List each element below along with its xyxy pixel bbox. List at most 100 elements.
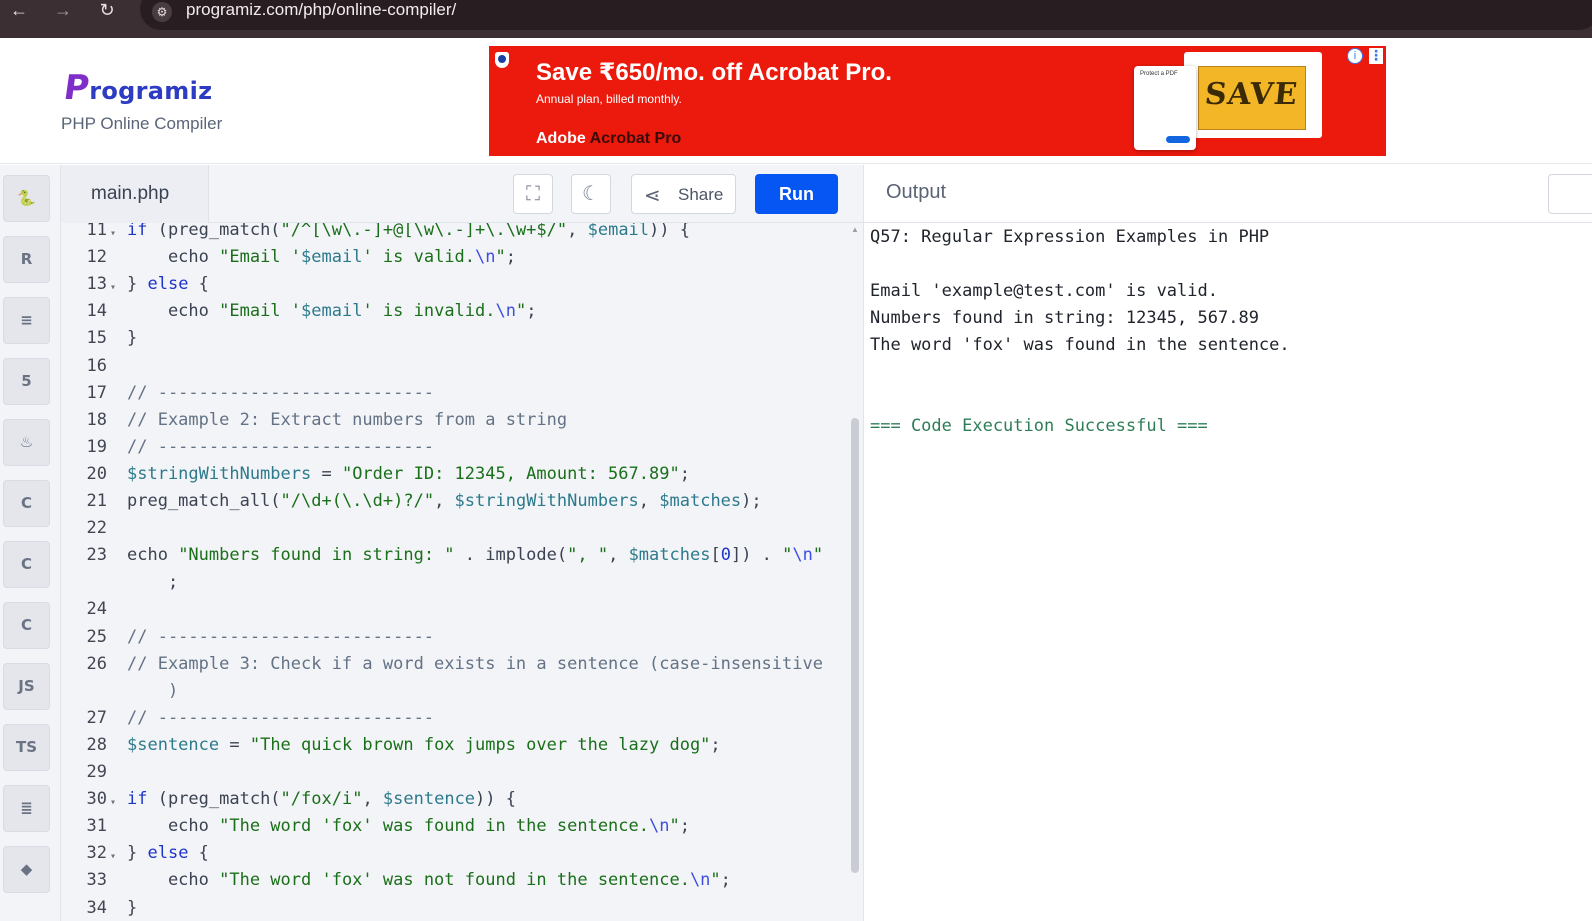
line-number: 17 (86, 383, 107, 403)
output-console: Q57: Regular Expression Examples in PHP E… (863, 223, 1592, 921)
code-line[interactable]: 15} (61, 330, 841, 357)
language-js-button[interactable]: JS (3, 663, 50, 710)
code-line[interactable]: 30 ▾ if (preg_match("/fox/i", $sentence)) … (61, 791, 841, 818)
code-line[interactable]: 19 // --------------------------- (61, 439, 841, 466)
sql-icon: ≡ (20, 311, 33, 329)
language-csharp-button[interactable]: C (3, 602, 50, 649)
code-line[interactable]: 20 $stringWithNumbers = "Order ID: 12345,… (61, 466, 841, 493)
language-cpp-button[interactable]: C (3, 541, 50, 588)
code-text: // --------------------------- (127, 439, 434, 456)
editor-toolbar: main.php ⛶ ☾ ⋖ Share Run (61, 165, 863, 223)
fold-chevron-icon[interactable]: ▾ (110, 279, 116, 296)
code-token: } (127, 898, 138, 918)
code-line[interactable]: 18 // Example 2: Extract numbers from a s… (61, 412, 841, 439)
ad-banner[interactable]: Save ₹650/mo. off Acrobat Pro. Annual pl… (489, 46, 1386, 156)
code-token: echo (127, 816, 220, 836)
theme-toggle-button[interactable]: ☾ (571, 174, 611, 214)
code-line[interactable]: 24 (61, 601, 841, 628)
code-token: $sentence (127, 735, 220, 755)
code-line[interactable]: 23 echo "Numbers found in string: " . imp… (61, 547, 841, 574)
language-swift-button[interactable]: ◆ (3, 846, 50, 893)
language-sidebar: 🐍 R ≡ 5 ♨ C C C JS TS ≣ ◆ (0, 165, 61, 921)
code-line[interactable]: 17 // --------------------------- (61, 385, 841, 412)
ad-headline: Save ₹650/mo. off Acrobat Pro. (536, 59, 892, 86)
code-line[interactable]: 34} (61, 900, 841, 921)
ad-info-icon[interactable]: i (1347, 48, 1363, 64)
code-line[interactable]: 32 ▾} else { (61, 845, 841, 872)
output-header: Output (863, 165, 1592, 223)
code-line[interactable]: 14 echo "Email '$email' is invalid.\n"; (61, 303, 841, 330)
file-tab-main-php[interactable]: main.php (61, 165, 209, 223)
js-icon: JS (18, 677, 35, 695)
code-token: $stringWithNumbers (454, 491, 639, 511)
line-number: 33 (86, 870, 107, 890)
site-settings-icon[interactable]: ⚙ (152, 2, 172, 22)
language-sql-button[interactable]: ≡ (3, 297, 50, 344)
language-python-button[interactable]: 🐍 (3, 175, 50, 222)
code-line[interactable]: ; (61, 574, 841, 601)
csharp-icon: C (20, 616, 32, 634)
code-line[interactable]: 22 (61, 520, 841, 547)
forward-icon[interactable]: → (48, 0, 78, 22)
code-token: $matches (628, 545, 711, 565)
code-token: ; (679, 816, 690, 836)
code-line[interactable]: 13 ▾} else { (61, 276, 841, 303)
fullscreen-button[interactable]: ⛶ (513, 174, 553, 214)
code-text: echo "The word 'fox' was found in the se… (127, 818, 690, 835)
code-line[interactable]: 29 (61, 764, 841, 791)
code-token: ' is invalid. (362, 301, 496, 321)
clear-button[interactable] (1548, 174, 1592, 214)
code-line[interactable]: 26 // Example 3: Check if a word exists i… (61, 656, 841, 683)
ad-menu-icon[interactable]: ⋮ (1369, 48, 1383, 64)
code-text: $sentence = "The quick brown fox jumps o… (127, 737, 721, 754)
code-token: "The word 'fox' was found in the sentenc… (219, 816, 649, 836)
language-html-button[interactable]: 5 (3, 358, 50, 405)
code-token: = (219, 735, 250, 755)
code-token: "/^[\w\.-]+@[\w\.-]+\.\w+$/" (280, 223, 568, 240)
code-token: ", " (567, 545, 609, 565)
back-icon[interactable]: ← (4, 0, 34, 22)
url-text[interactable]: programiz.com/php/online-compiler/ (186, 0, 456, 20)
fold-chevron-icon[interactable]: ▾ (110, 794, 116, 811)
programiz-logo[interactable]: Programiz (61, 68, 212, 108)
language-c-button[interactable]: C (3, 480, 50, 527)
address-bar[interactable]: ⚙ programiz.com/php/online-compiler/ (140, 0, 1592, 30)
code-line[interactable]: 31 echo "The word 'fox' was found in the… (61, 818, 841, 845)
line-number: 14 (86, 301, 107, 321)
reload-icon[interactable]: ↻ (92, 0, 122, 22)
code-token: } (127, 274, 148, 294)
code-line[interactable]: 16 (61, 358, 841, 385)
language-java-button[interactable]: ♨ (3, 419, 50, 466)
code-token: \n (649, 816, 670, 836)
code-text: echo "Email '$email' is valid.\n"; (127, 249, 516, 266)
r-icon: R (20, 250, 33, 268)
output-line: Numbers found in string: 12345, 567.89 (870, 308, 1259, 328)
editor-scrollbar[interactable] (851, 418, 859, 873)
code-line[interactable]: 21 preg_match_all("/\d+(\.\d+)?/", $strin… (61, 493, 841, 520)
share-button[interactable]: ⋖ Share (631, 174, 736, 214)
code-token: ; (127, 572, 179, 592)
code-line[interactable]: ) (61, 683, 841, 710)
line-number: 15 (86, 328, 107, 348)
language-r-button[interactable]: R (3, 236, 50, 283)
language-ts-button[interactable]: TS (3, 724, 50, 771)
code-line[interactable]: 33 echo "The word 'fox' was not found in… (61, 872, 841, 899)
code-line[interactable]: 28 $sentence = "The quick brown fox jumps… (61, 737, 841, 764)
scroll-up-arrow[interactable]: ▲ (851, 225, 859, 234)
code-token: \n (689, 870, 711, 890)
code-line[interactable]: 12 echo "Email '$email' is valid.\n"; (61, 249, 841, 276)
code-line[interactable]: 27 // --------------------------- (61, 710, 841, 737)
moon-icon: ☾ (582, 183, 600, 205)
shield-icon (495, 52, 509, 68)
language-go-button[interactable]: ≣ (3, 785, 50, 832)
run-button[interactable]: Run (755, 174, 838, 214)
fold-chevron-icon[interactable]: ▾ (110, 225, 116, 242)
code-line[interactable]: 25 // --------------------------- (61, 629, 841, 656)
code-token: , (567, 223, 588, 240)
code-editor[interactable]: ▲ 11 ▾ if (preg_match("/^[\w\.-]+@[\w\.-]+… (61, 223, 863, 921)
line-number: 29 (86, 762, 107, 782)
go-icon: ≣ (20, 799, 33, 817)
ad-brand-name: Adobe (536, 130, 586, 147)
code-line[interactable]: 11 ▾ if (preg_match("/^[\w\.-]+@[\w\.-]+\.… (61, 223, 841, 249)
fold-chevron-icon[interactable]: ▾ (110, 848, 116, 865)
